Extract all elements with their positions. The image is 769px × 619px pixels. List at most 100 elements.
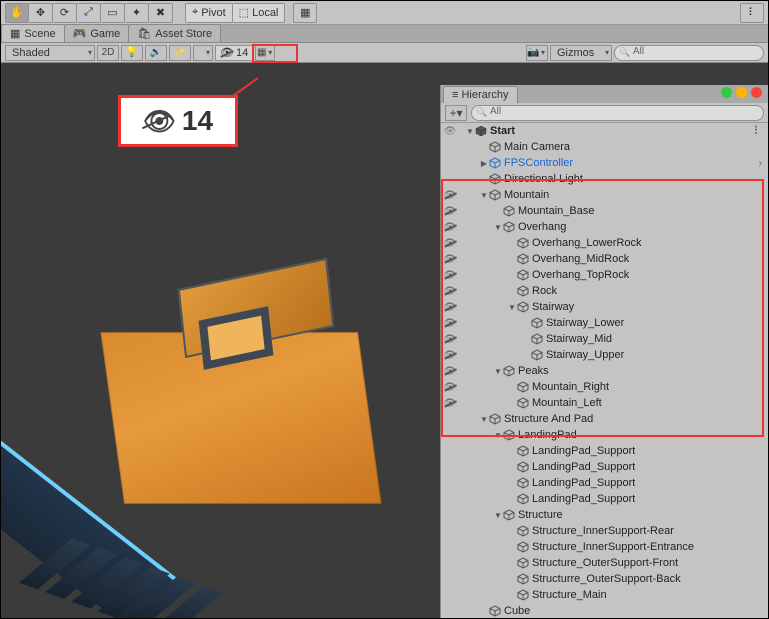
- foldout-toggle[interactable]: ▼: [493, 367, 503, 376]
- snap-toggle[interactable]: ▦: [293, 3, 317, 23]
- visibility-hidden-icon[interactable]: 👁: [441, 382, 459, 393]
- visibility-hidden-icon[interactable]: 👁: [441, 254, 459, 265]
- visibility-hidden-icon[interactable]: 👁: [441, 238, 459, 249]
- hierarchy-item-label: Start: [490, 125, 515, 137]
- hierarchy-row[interactable]: Cube: [441, 603, 768, 618]
- scene-search[interactable]: All: [614, 45, 764, 61]
- foldout-toggle[interactable]: ▼: [493, 511, 503, 520]
- hierarchy-row[interactable]: LandingPad_Support: [441, 459, 768, 475]
- visibility-hidden-icon[interactable]: 👁: [441, 286, 459, 297]
- audio-toggle[interactable]: 🔊: [145, 45, 167, 61]
- visibility-icon[interactable]: 👁: [441, 126, 459, 137]
- visibility-hidden-icon[interactable]: 👁: [441, 318, 459, 329]
- move-tool[interactable]: ✥: [29, 3, 53, 23]
- gameobject-icon: [531, 349, 543, 361]
- visibility-hidden-icon[interactable]: 👁: [441, 334, 459, 345]
- hierarchy-row[interactable]: 👁Overhang_LowerRock: [441, 235, 768, 251]
- tab-scene[interactable]: ▦Scene: [1, 24, 65, 42]
- transform-tool[interactable]: ✦: [125, 3, 149, 23]
- hierarchy-row[interactable]: 👁 Stairway_Lower: [441, 315, 768, 331]
- traffic-red-icon[interactable]: [751, 87, 762, 98]
- gameobject-icon: [517, 237, 529, 249]
- tab-game[interactable]: 🎮Game: [64, 24, 130, 42]
- hierarchy-row[interactable]: LandingPad_Support: [441, 443, 768, 459]
- hierarchy-row[interactable]: 👁▼Stairway: [441, 299, 768, 315]
- toggle-2d[interactable]: 2D: [97, 45, 119, 61]
- shading-dropdown[interactable]: Shaded: [5, 45, 95, 61]
- hierarchy-row[interactable]: Structure_Main: [441, 587, 768, 603]
- scale-tool[interactable]: ⤢: [77, 3, 101, 23]
- hierarchy-row[interactable]: 👁Mountain_Left: [441, 395, 768, 411]
- local-toggle[interactable]: ⬚ Local: [233, 3, 286, 23]
- hierarchy-row[interactable]: 👁▼Peaks: [441, 363, 768, 379]
- hierarchy-row[interactable]: ▼Structure: [441, 507, 768, 523]
- hierarchy-tree[interactable]: 👁 ▼ Start ⠇Main Camera▶FPSController›Direct…: [441, 123, 768, 618]
- hierarchy-item-label: Structure_OuterSupport-Front: [532, 557, 678, 569]
- foldout-toggle[interactable]: ▼: [493, 431, 503, 440]
- hierarchy-item-label: Cube: [504, 605, 530, 617]
- camera-dropdown[interactable]: 📷: [526, 45, 548, 61]
- grid-dropdown[interactable]: ▦: [255, 45, 275, 61]
- eye-off-icon-large: 👁: [143, 106, 176, 137]
- hierarchy-row[interactable]: 👁Rock: [441, 283, 768, 299]
- visibility-hidden-icon[interactable]: 👁: [441, 270, 459, 281]
- hidden-count-value: 14: [236, 47, 248, 59]
- hierarchy-row[interactable]: 👁▼Mountain: [441, 187, 768, 203]
- hierarchy-row[interactable]: 👁Mountain_Base: [441, 203, 768, 219]
- hierarchy-row[interactable]: 👁Mountain_Right: [441, 379, 768, 395]
- light-toggle[interactable]: 💡: [121, 45, 143, 61]
- visibility-hidden-icon[interactable]: 👁: [441, 398, 459, 409]
- create-button[interactable]: +▾: [445, 105, 467, 121]
- hierarchy-row[interactable]: Structure_InnerSupport-Entrance: [441, 539, 768, 555]
- hidden-objects-counter[interactable]: 👁 14: [215, 45, 253, 61]
- rect-tool[interactable]: ▭: [101, 3, 125, 23]
- hierarchy-row[interactable]: Directional Light: [441, 171, 768, 187]
- foldout-toggle[interactable]: ▼: [507, 303, 517, 312]
- visibility-hidden-icon[interactable]: 👁: [441, 206, 459, 217]
- hierarchy-search[interactable]: All: [471, 105, 764, 121]
- transform-toolbar: ✋ ✥ ⟳ ⤢ ▭ ✦ ✖ ⌖ Pivot ⬚ Local ▦ ⠇: [1, 1, 768, 25]
- hand-tool[interactable]: ✋: [5, 3, 29, 23]
- hierarchy-row[interactable]: LandingPad_Support: [441, 475, 768, 491]
- row-menu-icon[interactable]: ⠇: [753, 124, 762, 138]
- hierarchy-row[interactable]: 👁 ▼ Start ⠇: [441, 123, 768, 139]
- panel-menu-icon[interactable]: ⠇: [740, 3, 764, 23]
- visibility-hidden-icon[interactable]: 👁: [441, 350, 459, 361]
- hierarchy-row[interactable]: Structurre_OuterSupport-Back: [441, 571, 768, 587]
- hierarchy-row[interactable]: LandingPad_Support: [441, 491, 768, 507]
- visibility-hidden-icon[interactable]: 👁: [441, 222, 459, 233]
- visibility-hidden-icon[interactable]: 👁: [441, 366, 459, 377]
- hierarchy-row[interactable]: Structure_OuterSupport-Front: [441, 555, 768, 571]
- foldout-toggle[interactable]: ▼: [465, 127, 475, 136]
- hierarchy-row[interactable]: ▼LandingPad: [441, 427, 768, 443]
- traffic-green-icon[interactable]: [721, 87, 732, 98]
- rotate-tool[interactable]: ⟳: [53, 3, 77, 23]
- hierarchy-row[interactable]: 👁Overhang_MidRock: [441, 251, 768, 267]
- fx-toggle[interactable]: ✨: [169, 45, 191, 61]
- gameobject-icon: [503, 221, 515, 233]
- hierarchy-row[interactable]: 👁Stairway_Upper: [441, 347, 768, 363]
- gizmos-dropdown[interactable]: Gizmos: [550, 45, 612, 61]
- foldout-toggle[interactable]: ▼: [479, 415, 489, 424]
- hierarchy-item-label: Stairway_Lower: [546, 317, 624, 329]
- prefab-open-icon[interactable]: ›: [759, 158, 762, 169]
- hierarchy-row[interactable]: ▼Structure And Pad: [441, 411, 768, 427]
- foldout-toggle[interactable]: ▼: [493, 223, 503, 232]
- hierarchy-item-label: Overhang: [518, 221, 566, 233]
- foldout-toggle[interactable]: ▼: [479, 191, 489, 200]
- visibility-hidden-icon[interactable]: 👁: [441, 190, 459, 201]
- custom-tool[interactable]: ✖: [149, 3, 173, 23]
- tab-hierarchy[interactable]: ≡ Hierarchy: [443, 86, 518, 103]
- visibility-hidden-icon[interactable]: 👁: [441, 302, 459, 313]
- tab-asset-store[interactable]: 🛍Asset Store: [128, 24, 221, 42]
- pivot-toggle[interactable]: ⌖ Pivot: [185, 3, 233, 23]
- foldout-toggle[interactable]: ▶: [479, 159, 489, 168]
- hierarchy-row[interactable]: ▶FPSController›: [441, 155, 768, 171]
- traffic-yellow-icon[interactable]: [736, 87, 747, 98]
- hierarchy-row[interactable]: 👁Overhang_TopRock: [441, 267, 768, 283]
- hierarchy-row[interactable]: 👁 ▼ Overhang: [441, 219, 768, 235]
- fx-dropdown[interactable]: [193, 45, 213, 61]
- hierarchy-row[interactable]: Main Camera: [441, 139, 768, 155]
- hierarchy-row[interactable]: Structure_InnerSupport-Rear: [441, 523, 768, 539]
- hierarchy-row[interactable]: 👁Stairway_Mid: [441, 331, 768, 347]
